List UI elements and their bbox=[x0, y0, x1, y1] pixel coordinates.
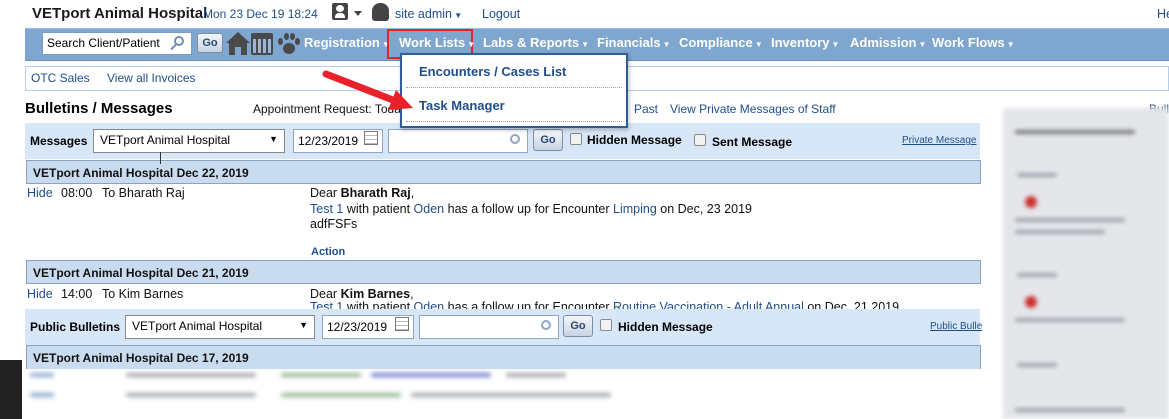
public-search-input[interactable] bbox=[419, 315, 559, 339]
entry-time: 08:00 bbox=[61, 186, 93, 200]
dropdown-divider bbox=[406, 87, 622, 88]
entry-header: VETport Animal Hospital Dec 21, 2019 bbox=[26, 260, 981, 284]
paw-icon[interactable] bbox=[277, 32, 301, 56]
search-go-button[interactable]: Go bbox=[197, 33, 223, 53]
view-invoices-link[interactable]: View all Invoices bbox=[107, 71, 196, 85]
logout-link[interactable]: Logout bbox=[482, 7, 520, 21]
hospital-title: VETport Animal Hospital bbox=[32, 5, 208, 22]
messages-hospital-select[interactable]: VETport Animal Hospital ▼ bbox=[93, 129, 285, 153]
nav-labs-reports[interactable]: Labs & Reports ▼ bbox=[483, 35, 589, 50]
blurred-rows bbox=[26, 365, 656, 415]
dropdown-item-encounters[interactable]: Encounters / Cases List bbox=[419, 64, 566, 79]
messages-go-button[interactable]: Go bbox=[533, 129, 563, 151]
search-icon[interactable] bbox=[510, 134, 520, 144]
search-client-input[interactable]: Search Client/Patient bbox=[42, 32, 192, 55]
entry-header: VETport Animal Hospital Dec 22, 2019 bbox=[26, 160, 981, 184]
admin-user-icon bbox=[372, 3, 389, 21]
messages-label: Messages bbox=[30, 134, 88, 148]
nav-registration[interactable]: Registration ▼ bbox=[304, 35, 390, 50]
nav-inventory[interactable]: Inventory ▼ bbox=[771, 35, 839, 50]
entry-greeting: Dear Kim Barnes, bbox=[310, 287, 414, 301]
private-message-link[interactable]: Private Message bbox=[902, 135, 976, 146]
home-icon[interactable] bbox=[226, 32, 250, 56]
hidden-message-checkbox[interactable] bbox=[570, 133, 582, 145]
user-card-icon[interactable] bbox=[332, 3, 348, 20]
messages-search-input[interactable] bbox=[388, 129, 528, 153]
nav-financials[interactable]: Financials ▼ bbox=[597, 35, 671, 50]
help-link[interactable]: He bbox=[1157, 7, 1169, 21]
entry-recipient: To Kim Barnes bbox=[102, 287, 184, 301]
encounter-link[interactable]: Limping bbox=[613, 202, 657, 216]
search-icon[interactable] bbox=[170, 36, 184, 51]
search-icon[interactable] bbox=[541, 320, 551, 330]
public-hidden-label: Hidden Message bbox=[618, 320, 713, 334]
blurred-side-panel bbox=[1003, 108, 1169, 419]
user-menu[interactable]: site admin ▼ bbox=[395, 7, 462, 21]
public-hospital-select[interactable]: VETport Animal Hospital ▼ bbox=[125, 315, 315, 339]
past-link[interactable]: Past bbox=[634, 102, 658, 116]
action-link[interactable]: Action bbox=[311, 246, 345, 258]
hide-link[interactable]: Hide bbox=[27, 287, 53, 301]
work-lists-dropdown: Encounters / Cases List Task Manager bbox=[400, 53, 628, 128]
hide-link[interactable]: Hide bbox=[27, 186, 53, 200]
text-cursor-icon bbox=[160, 152, 161, 164]
chevron-down-icon[interactable] bbox=[354, 11, 362, 16]
entry-greeting: Dear Bharath Raj, bbox=[310, 186, 415, 200]
test-link[interactable]: Test 1 bbox=[310, 202, 343, 216]
page-title: Bulletins / Messages bbox=[25, 100, 173, 117]
patient-link[interactable]: Oden bbox=[414, 202, 445, 216]
entry-time: 14:00 bbox=[61, 287, 93, 301]
entry-note: adfFSFs bbox=[310, 217, 358, 231]
dropdown-divider bbox=[406, 121, 622, 122]
annotation-arrow-icon bbox=[322, 70, 413, 110]
nav-work-lists[interactable]: Work Lists ▼ bbox=[399, 35, 475, 50]
current-datetime: Mon 23 Dec 19 18:24 bbox=[203, 7, 318, 21]
dropdown-item-task-manager[interactable]: Task Manager bbox=[419, 98, 505, 113]
nav-work-flows[interactable]: Work Flows ▼ bbox=[932, 35, 1015, 50]
nav-compliance[interactable]: Compliance ▼ bbox=[679, 35, 763, 50]
public-bulletins-label: Public Bulletins bbox=[30, 320, 121, 334]
entry-recipient: To Bharath Raj bbox=[102, 186, 185, 200]
public-hidden-checkbox[interactable] bbox=[600, 319, 612, 331]
sent-message-label: Sent Message bbox=[712, 135, 793, 149]
calendar-icon[interactable] bbox=[364, 131, 378, 145]
otc-sales-link[interactable]: OTC Sales bbox=[31, 71, 90, 85]
left-shadow-strip bbox=[0, 360, 22, 419]
hidden-message-label: Hidden Message bbox=[587, 133, 682, 147]
public-bulletin-link[interactable]: Public Bulle bbox=[930, 321, 982, 332]
sent-message-checkbox[interactable] bbox=[694, 134, 706, 146]
public-go-button[interactable]: Go bbox=[563, 315, 593, 337]
nav-admission[interactable]: Admission ▼ bbox=[850, 35, 926, 50]
search-placeholder: Search Client/Patient bbox=[47, 36, 160, 50]
entry-message: Test 1 with patient Oden has a follow up… bbox=[310, 202, 752, 216]
view-private-staff-link[interactable]: View Private Messages of Staff bbox=[670, 102, 836, 116]
calendar-icon[interactable] bbox=[251, 33, 273, 55]
calendar-icon[interactable] bbox=[395, 317, 409, 331]
